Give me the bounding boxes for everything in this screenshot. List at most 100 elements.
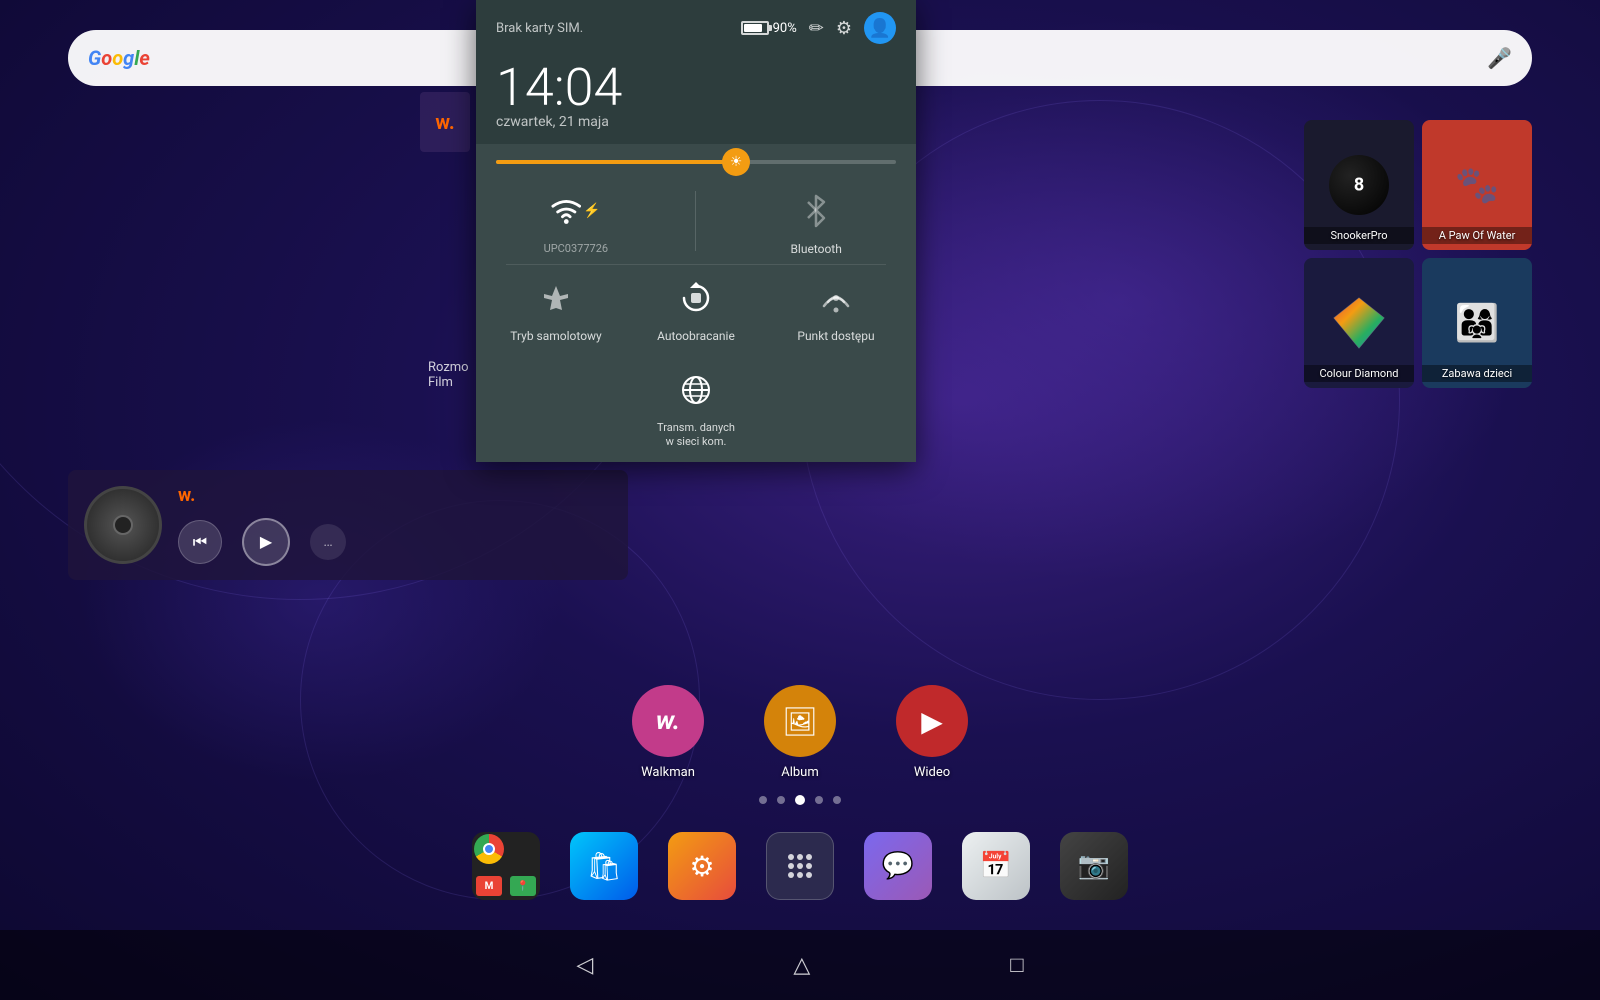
- toggle-section-divider: [506, 264, 886, 265]
- play-button[interactable]: ▶: [242, 518, 290, 566]
- toggle-row-2: Tryb samolotowy Autoobracanie: [486, 273, 906, 343]
- hotspot-icon: [811, 273, 861, 323]
- battery-body: [741, 21, 769, 35]
- home-app-album[interactable]: 🖼 Album: [764, 685, 836, 780]
- recent-apps-button[interactable]: □: [1010, 952, 1023, 978]
- brightness-sun-icon: ☀: [730, 154, 743, 170]
- app-tile-paw[interactable]: 🐾 A Paw Of Water: [1422, 120, 1532, 250]
- settings-quick-icon[interactable]: ⚙: [836, 18, 852, 39]
- partial-music-widget: w.: [420, 92, 470, 152]
- back-button[interactable]: ◁: [576, 953, 593, 978]
- app-tile-snookerpro[interactable]: SnookerPro: [1304, 120, 1414, 250]
- wideo-icon: ▶: [896, 685, 968, 757]
- app-tile-zabawa[interactable]: 👨‍👩‍👧 Zabawa dzieci: [1422, 258, 1532, 388]
- album-icon: 🖼: [764, 685, 836, 757]
- mobile-data-icon: [671, 365, 721, 415]
- notif-status-bar: Brak karty SIM. 90% ✏ ⚙ 👤: [476, 0, 916, 52]
- wideo-label: Wideo: [914, 765, 950, 780]
- dock-camera[interactable]: 📷: [1060, 832, 1128, 900]
- notification-panel: Brak karty SIM. 90% ✏ ⚙ 👤 14:04 czwartek…: [476, 0, 916, 462]
- home-apps-row: w. Walkman 🖼 Album ▶ Wideo: [0, 685, 1600, 780]
- airplane-icon: [531, 273, 581, 323]
- bluetooth-toggle[interactable]: Bluetooth: [756, 186, 876, 256]
- page-dot-3-active[interactable]: [795, 795, 805, 805]
- dock-settings[interactable]: ⚙: [668, 832, 736, 900]
- edit-icon[interactable]: ✏: [809, 18, 824, 39]
- dock-google-apps-icon: M 📍: [472, 832, 540, 900]
- chrome-icon: [474, 834, 504, 864]
- more-button[interactable]: …: [310, 524, 346, 560]
- settings-icon: ⚙: [689, 850, 714, 883]
- hotspot-toggle[interactable]: Punkt dostępu: [776, 273, 896, 343]
- page-dot-4[interactable]: [815, 796, 823, 804]
- page-dot-5[interactable]: [833, 796, 841, 804]
- mobile-data-toggle[interactable]: Transm. danych w sieci kom.: [656, 365, 736, 450]
- hotspot-label: Punkt dostępu: [797, 329, 874, 343]
- album-label: Album: [781, 765, 819, 780]
- brightness-thumb[interactable]: ☀: [722, 148, 750, 176]
- walkman-icon: w.: [632, 685, 704, 757]
- app-tile-label-diamond: Colour Diamond: [1304, 365, 1414, 382]
- prev-button[interactable]: ⏮: [178, 520, 222, 564]
- walkman-partial-logo: w.: [435, 110, 454, 134]
- app-drawer-icon: [785, 851, 815, 881]
- app-tile-label-zabawa: Zabawa dzieci: [1422, 365, 1532, 382]
- music-controls-area: w. ⏮ ▶ …: [178, 485, 612, 566]
- sim-status: Brak karty SIM.: [496, 21, 583, 36]
- dock-messaging[interactable]: 💬: [864, 832, 932, 900]
- brightness-control[interactable]: ☀: [476, 144, 916, 176]
- wifi-signal-extra: ⚡: [583, 203, 600, 219]
- current-date: czwartek, 21 maja: [496, 114, 896, 140]
- dock-chrome-gmail-maps[interactable]: M 📍: [472, 832, 540, 900]
- page-indicator: [0, 795, 1600, 805]
- battery-percent: 90%: [773, 21, 797, 36]
- camera-icon: 📷: [1078, 851, 1110, 881]
- airplane-toggle[interactable]: Tryb samolotowy: [496, 273, 616, 343]
- dock-calendar[interactable]: 📅: [962, 832, 1030, 900]
- rotate-svg: [680, 282, 712, 314]
- dock-app-drawer[interactable]: [766, 832, 834, 900]
- play-store-icon: 🛍: [586, 850, 622, 883]
- home-app-wideo[interactable]: ▶ Wideo: [896, 685, 968, 780]
- app-tile-diamond[interactable]: Colour Diamond: [1304, 258, 1414, 388]
- voice-search-icon[interactable]: 🎤: [1487, 46, 1512, 70]
- app-tile-label-snooker: SnookerPro: [1304, 227, 1414, 244]
- google-logo: Google: [88, 46, 150, 70]
- bluetooth-icon: [791, 186, 841, 236]
- wifi-network-label: UPC0377726: [544, 242, 609, 255]
- home-app-walkman[interactable]: w. Walkman: [632, 685, 704, 780]
- app-grid-top-right: SnookerPro 🐾 A Paw Of Water Colour: [1304, 120, 1532, 388]
- wifi-svg: [551, 198, 582, 224]
- wifi-icon: ⚡: [551, 186, 601, 236]
- battery-indicator: 90%: [741, 21, 797, 36]
- brightness-track: ☀: [496, 160, 896, 164]
- film-label: Film: [428, 375, 469, 390]
- bluetooth-label: Bluetooth: [790, 242, 841, 256]
- battery-fill: [744, 24, 763, 32]
- rozmo-label: Rozmo: [428, 360, 469, 375]
- airplane-label: Tryb samolotowy: [510, 329, 601, 343]
- app-dock: M 📍 🛍 ⚙ 💬 📅 📷: [0, 832, 1600, 900]
- wifi-toggle[interactable]: ⚡ UPC0377726: [516, 186, 636, 256]
- current-time: 14:04: [496, 62, 896, 114]
- home-button[interactable]: △: [793, 953, 810, 978]
- bluetooth-svg: [804, 193, 828, 229]
- album-center: [113, 515, 133, 535]
- toggle-row-1: ⚡ UPC0377726 Bluetooth: [486, 186, 906, 256]
- music-controls: ⏮ ▶ …: [178, 518, 612, 566]
- rozmo-film-text: Rozmo Film: [428, 360, 469, 390]
- brightness-fill: [496, 160, 736, 164]
- data-toggle-row: Transm. danych w sieci kom.: [476, 361, 916, 462]
- album-art: [84, 486, 162, 564]
- walkman-label: Walkman: [641, 765, 695, 780]
- rotate-toggle[interactable]: Autoobracanie: [636, 273, 756, 343]
- page-dot-1[interactable]: [759, 796, 767, 804]
- user-avatar[interactable]: 👤: [864, 12, 896, 44]
- messaging-icon: 💬: [882, 851, 914, 881]
- app-tile-label-paw: A Paw Of Water: [1422, 227, 1532, 244]
- gmail-icon: M: [476, 876, 502, 896]
- snooker-ball-icon: [1329, 155, 1389, 215]
- dock-play-store[interactable]: 🛍: [570, 832, 638, 900]
- page-dot-2[interactable]: [777, 796, 785, 804]
- globe-svg: [680, 374, 712, 406]
